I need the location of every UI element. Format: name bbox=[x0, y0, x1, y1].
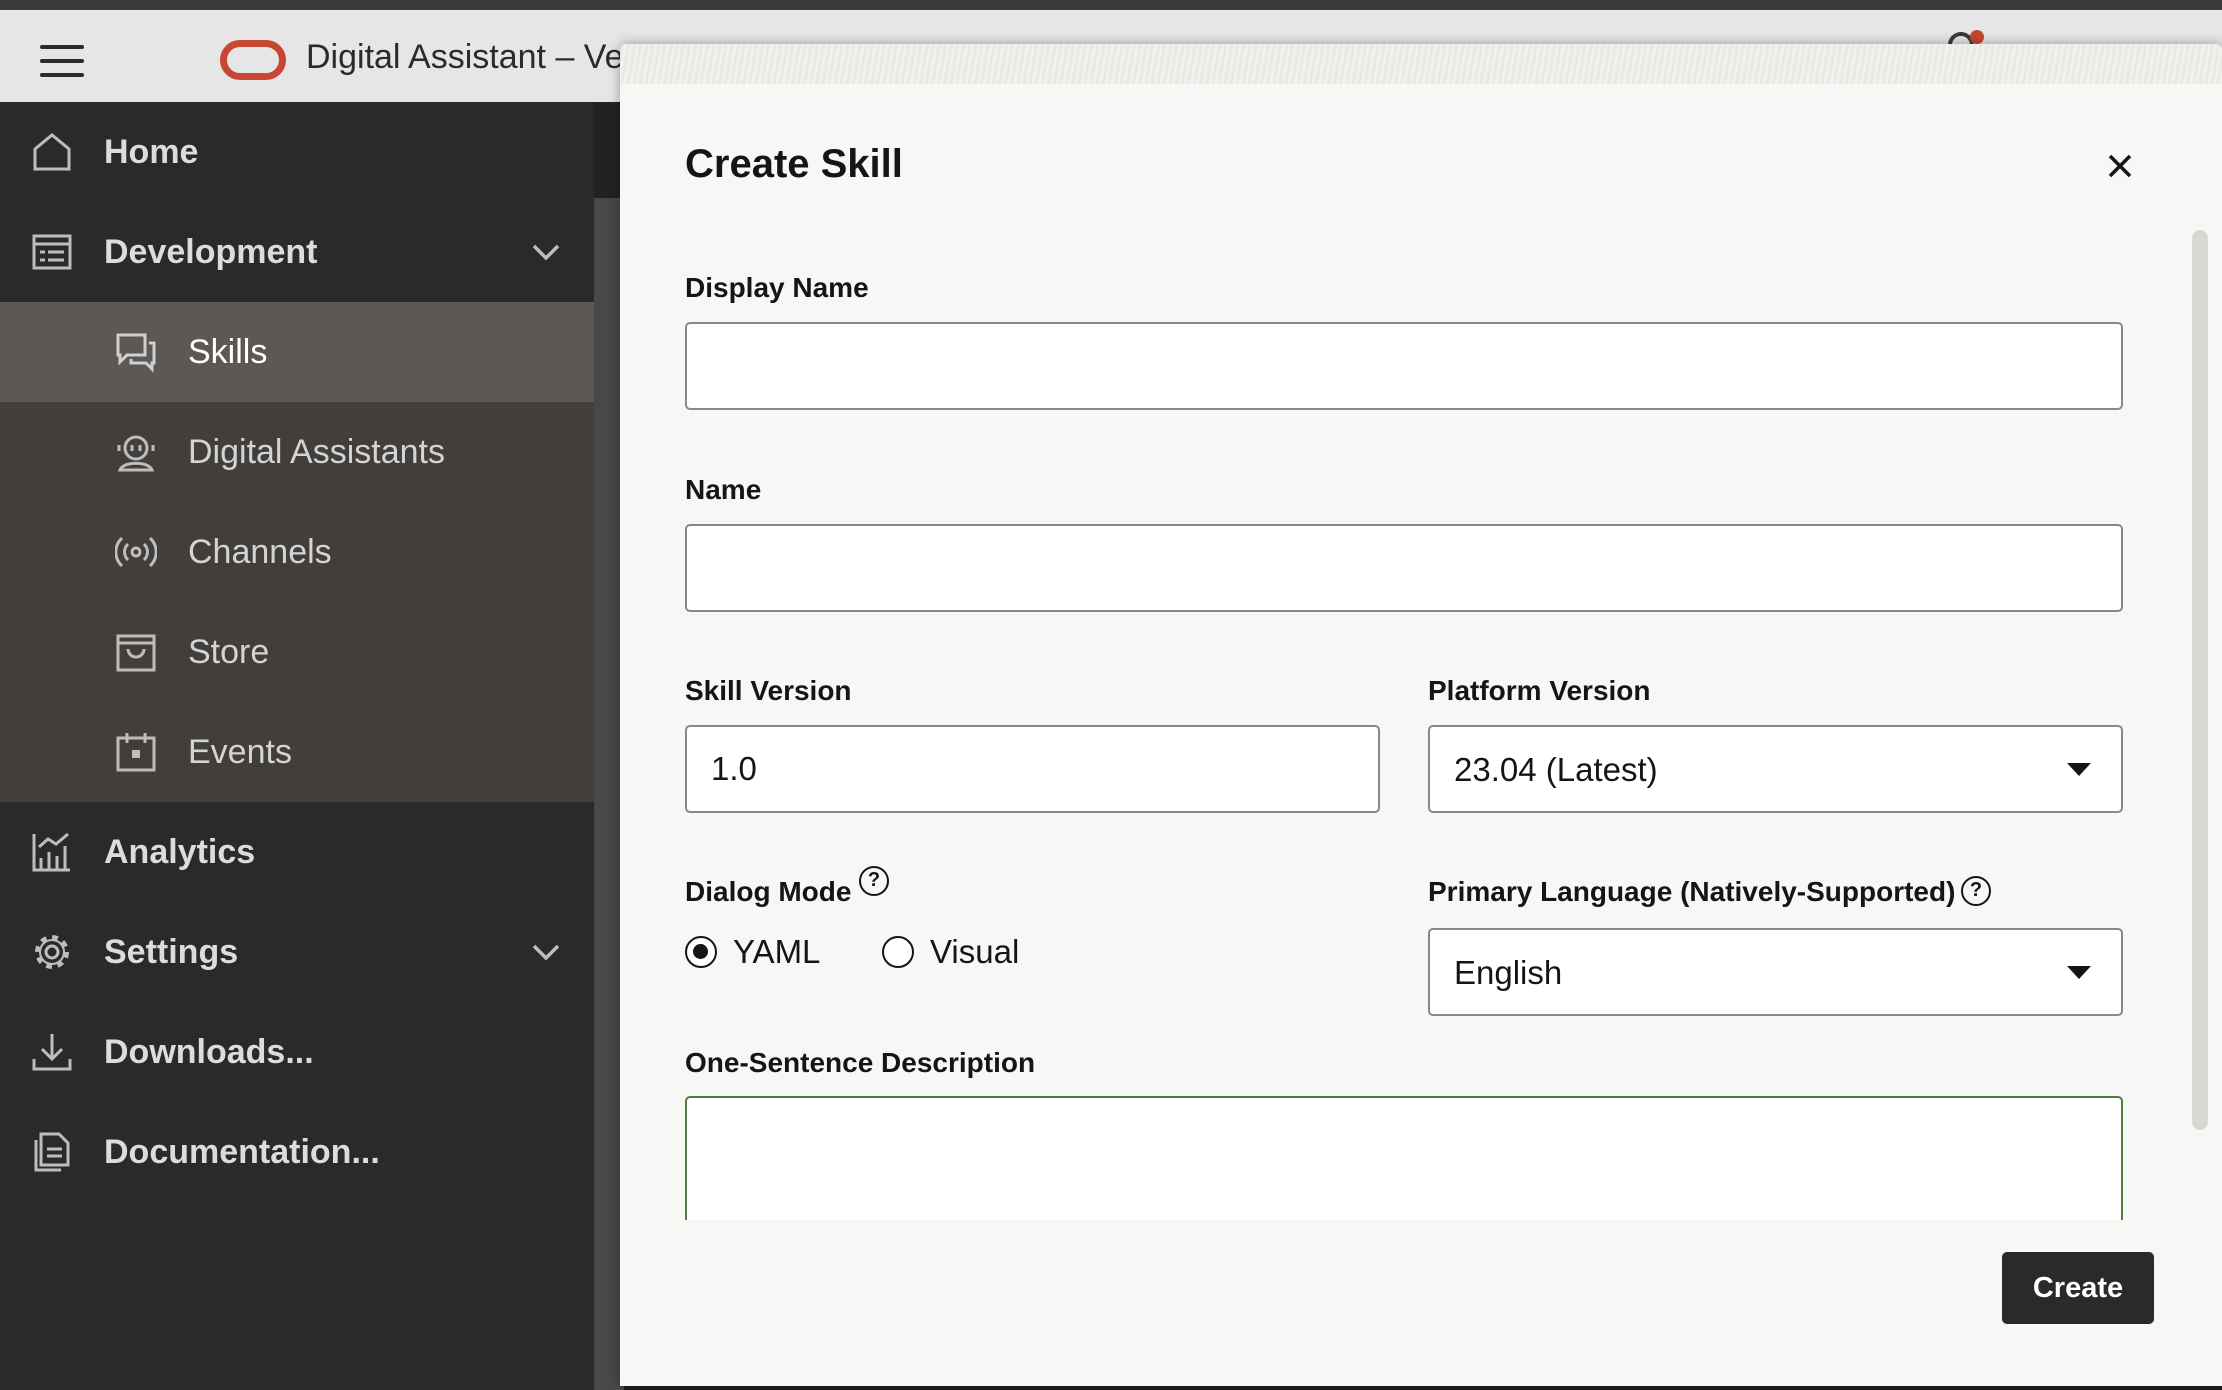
home-icon bbox=[30, 130, 74, 174]
download-icon bbox=[30, 1030, 74, 1074]
skill-version-input[interactable] bbox=[685, 725, 1380, 813]
sidebar-item-label: Store bbox=[188, 632, 270, 671]
help-icon[interactable]: ? bbox=[859, 866, 889, 896]
sidebar-item-channels[interactable]: Channels bbox=[0, 502, 594, 602]
name-label: Name bbox=[685, 474, 762, 505]
yaml-radio[interactable] bbox=[685, 936, 717, 968]
display-name-input[interactable] bbox=[685, 322, 2123, 410]
skills-icon bbox=[114, 330, 158, 374]
platform-version-label: Platform Version bbox=[1428, 675, 1651, 706]
sidebar-item-label: Channels bbox=[188, 532, 332, 571]
sidebar-item-label: Home bbox=[104, 132, 199, 171]
yaml-radio-label[interactable]: YAML bbox=[733, 933, 820, 971]
app-title: Digital Assistant – Ver bbox=[306, 38, 635, 76]
description-label: One-Sentence Description bbox=[685, 1047, 1036, 1078]
sidebar-item-skills[interactable]: Skills bbox=[0, 302, 594, 402]
analytics-icon bbox=[30, 830, 74, 874]
dropdown-caret-icon bbox=[2067, 763, 2091, 776]
settings-icon bbox=[30, 930, 74, 974]
visual-radio[interactable] bbox=[882, 936, 914, 968]
sidebar-item-downloads[interactable]: Downloads... bbox=[0, 1002, 594, 1102]
platform-version-value: 23.04 (Latest) bbox=[1454, 751, 1658, 788]
digital-assistant-icon bbox=[114, 430, 158, 474]
sidebar-item-home[interactable]: Home bbox=[0, 102, 594, 202]
sidebar-item-analytics[interactable]: Analytics bbox=[0, 802, 594, 902]
sidebar-item-label: Downloads... bbox=[104, 1032, 314, 1071]
notification-badge bbox=[1970, 30, 1984, 44]
dialog-scrollbar[interactable] bbox=[2192, 230, 2208, 1130]
sidebar-item-label: Development bbox=[104, 232, 318, 271]
development-icon bbox=[30, 230, 74, 274]
sidebar-item-label: Documentation... bbox=[104, 1132, 380, 1171]
description-textarea[interactable] bbox=[685, 1096, 2123, 1222]
sidebar-item-store[interactable]: Store bbox=[0, 602, 594, 702]
skill-version-label: Skill Version bbox=[685, 675, 852, 706]
documentation-icon bbox=[30, 1130, 74, 1174]
sidebar-item-settings[interactable]: Settings bbox=[0, 902, 594, 1002]
sidebar-item-digital-assistants[interactable]: Digital Assistants bbox=[0, 402, 594, 502]
dialog-footer bbox=[620, 1220, 2222, 1386]
display-name-label: Display Name bbox=[685, 272, 869, 303]
primary-language-select[interactable]: English bbox=[1428, 928, 2123, 1016]
sidebar-item-events[interactable]: Events bbox=[0, 702, 594, 802]
help-icon[interactable]: ? bbox=[1961, 876, 1991, 906]
visual-radio-label[interactable]: Visual bbox=[930, 933, 1019, 971]
sidebar-item-label: Skills bbox=[188, 332, 268, 371]
chevron-down-icon[interactable] bbox=[528, 934, 564, 970]
primary-language-value: English bbox=[1454, 954, 1563, 991]
sidebar: Home Development Skills Digital Assistan… bbox=[0, 102, 594, 1390]
create-skill-dialog: Create Skill Display Name Name Skill Ver… bbox=[620, 44, 2222, 1386]
sidebar-item-development[interactable]: Development bbox=[0, 202, 594, 302]
name-input[interactable] bbox=[685, 524, 2123, 612]
dropdown-caret-icon bbox=[2067, 966, 2091, 979]
events-icon bbox=[114, 730, 158, 774]
window-top-edge bbox=[0, 0, 2222, 10]
oracle-logo bbox=[220, 40, 286, 80]
channels-icon bbox=[114, 530, 158, 574]
dialog-mode-label: Dialog Mode bbox=[685, 876, 852, 907]
sidebar-item-documentation[interactable]: Documentation... bbox=[0, 1102, 594, 1202]
primary-language-label: Primary Language (Natively-Supported) bbox=[1428, 876, 1956, 907]
sidebar-item-label: Events bbox=[188, 732, 292, 771]
sidebar-item-label: Settings bbox=[104, 932, 239, 971]
chevron-down-icon[interactable] bbox=[528, 234, 564, 270]
close-icon[interactable] bbox=[2098, 144, 2142, 188]
sidebar-item-label: Digital Assistants bbox=[188, 432, 445, 471]
create-button[interactable]: Create bbox=[2002, 1252, 2154, 1324]
platform-version-select[interactable]: 23.04 (Latest) bbox=[1428, 725, 2123, 813]
sidebar-item-label: Analytics bbox=[104, 832, 256, 871]
store-icon bbox=[114, 630, 158, 674]
dialog-header-band bbox=[620, 44, 2222, 84]
dialog-title: Create Skill bbox=[685, 142, 903, 186]
hamburger-icon[interactable] bbox=[40, 45, 84, 77]
